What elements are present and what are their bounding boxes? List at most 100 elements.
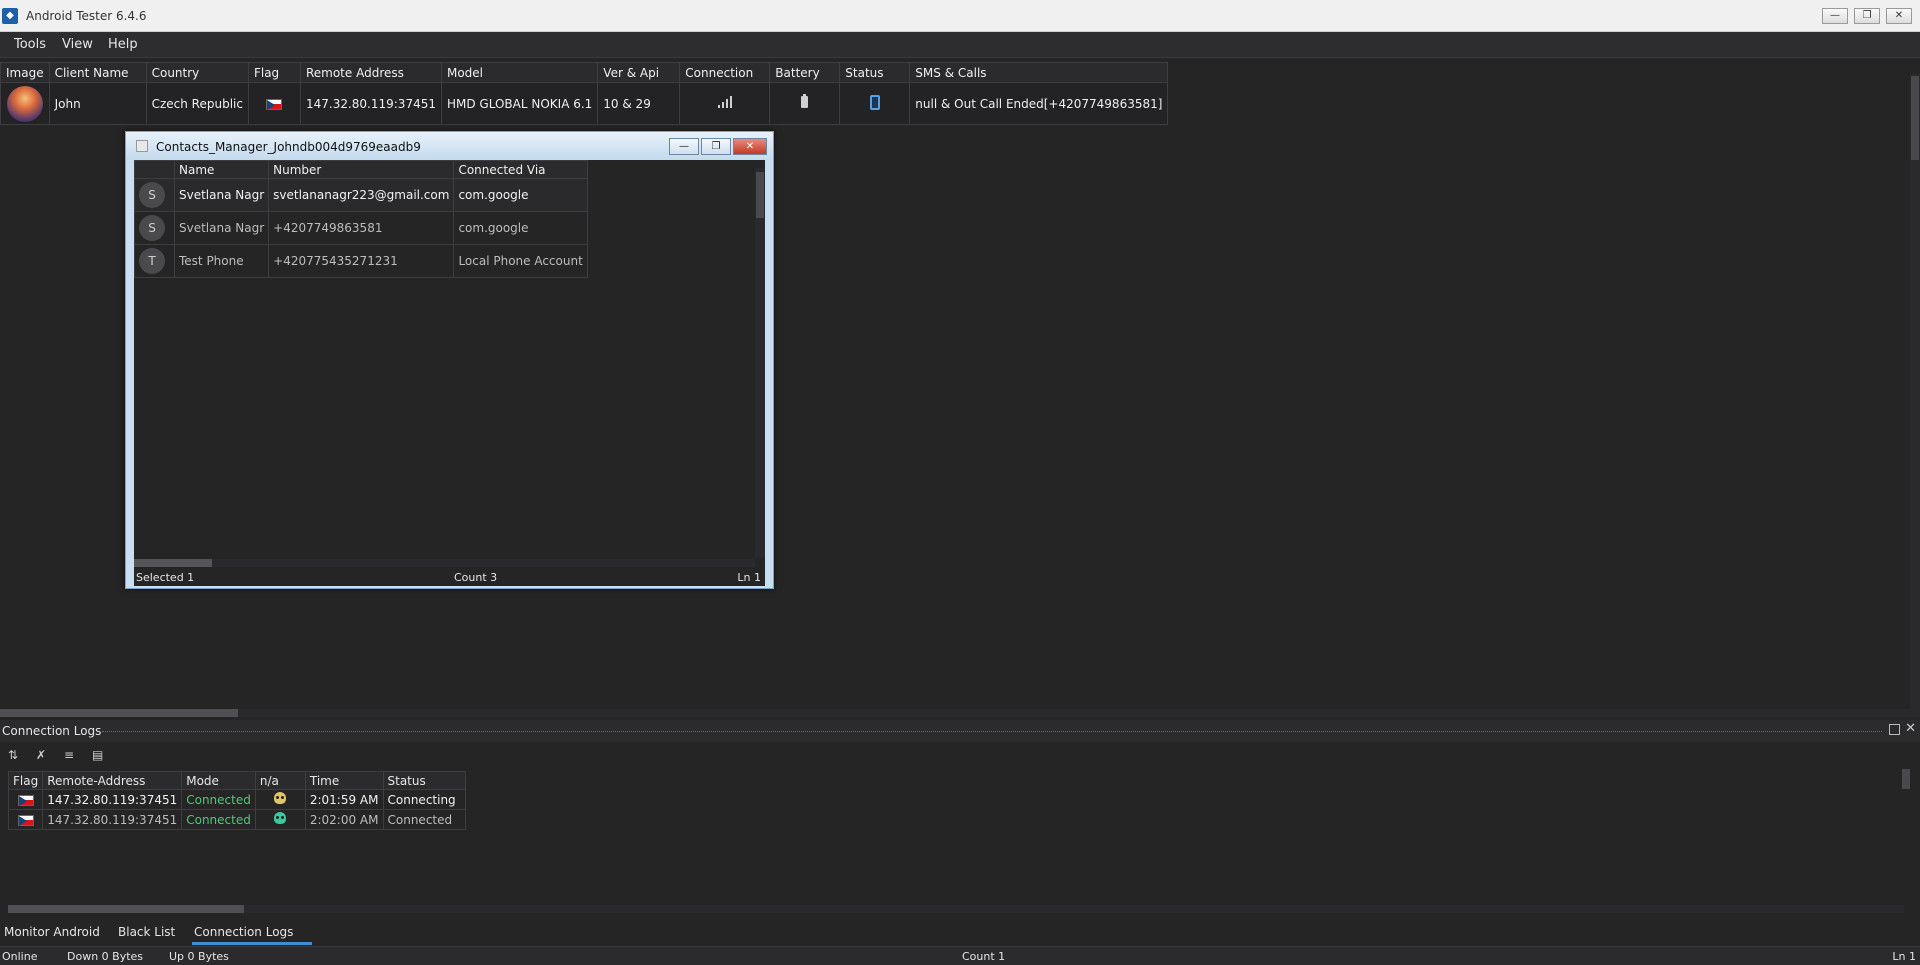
menu-help[interactable]: Help xyxy=(108,37,138,52)
panel-title: Connection Logs xyxy=(2,724,102,738)
logs-horizontal-scroll-thumb[interactable] xyxy=(8,905,244,913)
col-status[interactable]: Status xyxy=(839,62,911,83)
dialog-horizontal-scrollbar[interactable] xyxy=(134,559,755,567)
contact-avatar: S xyxy=(139,182,165,208)
contact-avatar: T xyxy=(139,248,165,274)
restore-button[interactable]: ❐ xyxy=(1854,8,1880,24)
logs-toolbar: ⇅ ✗ ≡ ▤ xyxy=(0,746,400,766)
close-button[interactable]: ✕ xyxy=(1886,8,1912,24)
clients-header-row: Image Client Name Country Flag Remote Ad… xyxy=(0,62,1169,83)
log-time: 2:01:59 AM xyxy=(304,789,384,810)
status-line: Ln 1 xyxy=(1892,950,1916,963)
panel-close-icon[interactable]: ✕ xyxy=(1905,721,1916,736)
app-shield-icon: ◆ xyxy=(2,8,18,24)
connection-logs-table: Flag Remote-Address Mode n/a Time Status… xyxy=(7,771,466,830)
contact-number: svetlananagr223@gmail.com xyxy=(268,178,455,212)
col-country[interactable]: Country xyxy=(145,62,249,83)
export-icon[interactable]: ▤ xyxy=(92,748,103,762)
client-row[interactable]: John Czech Republic 147.32.80.119:37451 … xyxy=(0,82,1169,125)
col-flag[interactable]: Flag xyxy=(7,771,44,790)
tab-black-list[interactable]: Black List xyxy=(118,925,175,939)
contact-row[interactable]: T Test Phone +420775435271231 Local Phon… xyxy=(134,244,588,278)
log-status: Connecting xyxy=(382,789,466,810)
col-avatar xyxy=(134,160,175,179)
menu-tools[interactable]: Tools xyxy=(14,37,46,52)
main-vertical-scrollbar[interactable] xyxy=(1910,74,1920,714)
dialog-titlebar[interactable]: Contacts_Manager_Johndb004d9769eaadb9 — … xyxy=(126,132,773,160)
clear-all-icon[interactable]: ≡ xyxy=(64,748,74,762)
col-remote-address[interactable]: Remote-Address xyxy=(42,771,183,790)
contact-row[interactable]: S Svetlana Nagr +4207749863581 com.googl… xyxy=(134,211,588,245)
main-horizontal-scroll-thumb[interactable] xyxy=(0,709,238,717)
menu-view[interactable]: View xyxy=(62,37,93,52)
log-flag-cell xyxy=(7,789,44,810)
panel-drag-handle[interactable] xyxy=(102,731,1882,732)
contact-via: Local Phone Account xyxy=(453,244,588,278)
logs-vertical-scroll-thumb[interactable] xyxy=(1902,769,1910,789)
log-row[interactable]: 147.32.80.119:37451 Connected 2:02:00 AM… xyxy=(7,809,466,830)
panel-maximize-icon[interactable] xyxy=(1889,724,1900,735)
dialog-vertical-scroll-thumb[interactable] xyxy=(756,172,764,218)
client-image-cell xyxy=(0,82,50,125)
status-down-bytes: Down 0 Bytes xyxy=(67,950,144,963)
col-image[interactable]: Image xyxy=(0,62,50,83)
sort-icon[interactable]: ⇅ xyxy=(8,748,18,762)
client-avatar xyxy=(6,85,43,122)
main-vertical-scroll-thumb[interactable] xyxy=(1911,76,1919,160)
col-status[interactable]: Status xyxy=(382,771,466,790)
dialog-line: Ln 1 xyxy=(737,571,761,584)
log-na-cell xyxy=(254,789,306,810)
col-connected-via[interactable]: Connected Via xyxy=(453,160,588,179)
clear-icon[interactable]: ✗ xyxy=(36,748,46,762)
log-row[interactable]: 147.32.80.119:37451 Connected 2:01:59 AM… xyxy=(7,789,466,810)
tab-monitor-android[interactable]: Monitor Android xyxy=(4,925,100,939)
main-horizontal-scrollbar[interactable] xyxy=(0,709,1920,717)
col-sms-calls[interactable]: SMS & Calls xyxy=(909,62,1169,83)
dialog-vertical-scrollbar[interactable] xyxy=(755,168,765,558)
minimize-button[interactable]: — xyxy=(1822,8,1848,24)
contacts-manager-dialog: Contacts_Manager_Johndb004d9769eaadb9 — … xyxy=(125,131,774,589)
dialog-controls: — ❐ ✕ xyxy=(669,138,767,155)
dialog-minimize-button[interactable]: — xyxy=(669,138,699,155)
col-battery[interactable]: Battery xyxy=(769,62,841,83)
dialog-total-count: Count 3 xyxy=(454,571,498,584)
czech-flag-icon xyxy=(266,98,283,110)
dialog-selected-count: Selected 1 xyxy=(136,571,195,584)
connection-logs-panel-header: Connection Logs ✕ xyxy=(0,720,1920,742)
client-name: John xyxy=(48,82,147,125)
col-flag[interactable]: Flag xyxy=(247,62,301,83)
contact-number: +4207749863581 xyxy=(268,211,455,245)
col-client-name[interactable]: Client Name xyxy=(48,62,147,83)
log-mode: Connected xyxy=(181,789,256,810)
log-status: Connected xyxy=(382,809,466,830)
dialog-maximize-button[interactable]: ❐ xyxy=(701,138,731,155)
col-name[interactable]: Name xyxy=(173,160,270,179)
log-time: 2:02:00 AM xyxy=(304,809,384,830)
tab-connection-logs[interactable]: Connection Logs xyxy=(194,925,293,939)
contact-name: Test Phone xyxy=(173,244,270,278)
col-ver-api[interactable]: Ver & Api xyxy=(597,62,681,83)
contact-avatar-cell: T xyxy=(134,244,175,278)
col-number[interactable]: Number xyxy=(268,160,455,179)
col-remote-address[interactable]: Remote Address xyxy=(299,62,442,83)
contacts-table: Name Number Connected Via S Svetlana Nag… xyxy=(134,160,588,278)
contact-name: Svetlana Nagr xyxy=(173,178,270,212)
czech-flag-icon xyxy=(17,794,34,806)
signal-bars-icon xyxy=(717,96,732,108)
window-title: Android Tester 6.4.6 xyxy=(26,9,147,23)
col-connection[interactable]: Connection xyxy=(679,62,771,83)
dialog-window-icon xyxy=(136,140,148,152)
col-na[interactable]: n/a xyxy=(254,771,306,790)
menu-bar: Tools View Help xyxy=(0,32,1920,58)
logs-horizontal-scrollbar[interactable] xyxy=(8,905,1904,913)
col-mode[interactable]: Mode xyxy=(181,771,256,790)
contact-avatar-cell: S xyxy=(134,178,175,212)
dialog-horizontal-scroll-thumb[interactable] xyxy=(134,559,212,567)
col-time[interactable]: Time xyxy=(304,771,384,790)
col-model[interactable]: Model xyxy=(440,62,599,83)
contact-row[interactable]: S Svetlana Nagr svetlananagr223@gmail.co… xyxy=(134,178,588,212)
contact-name: Svetlana Nagr xyxy=(173,211,270,245)
client-sms-calls: null & Out Call Ended[+4207749863581] xyxy=(909,82,1169,125)
log-remote-address: 147.32.80.119:37451 xyxy=(42,809,183,830)
dialog-close-button[interactable]: ✕ xyxy=(733,138,767,155)
